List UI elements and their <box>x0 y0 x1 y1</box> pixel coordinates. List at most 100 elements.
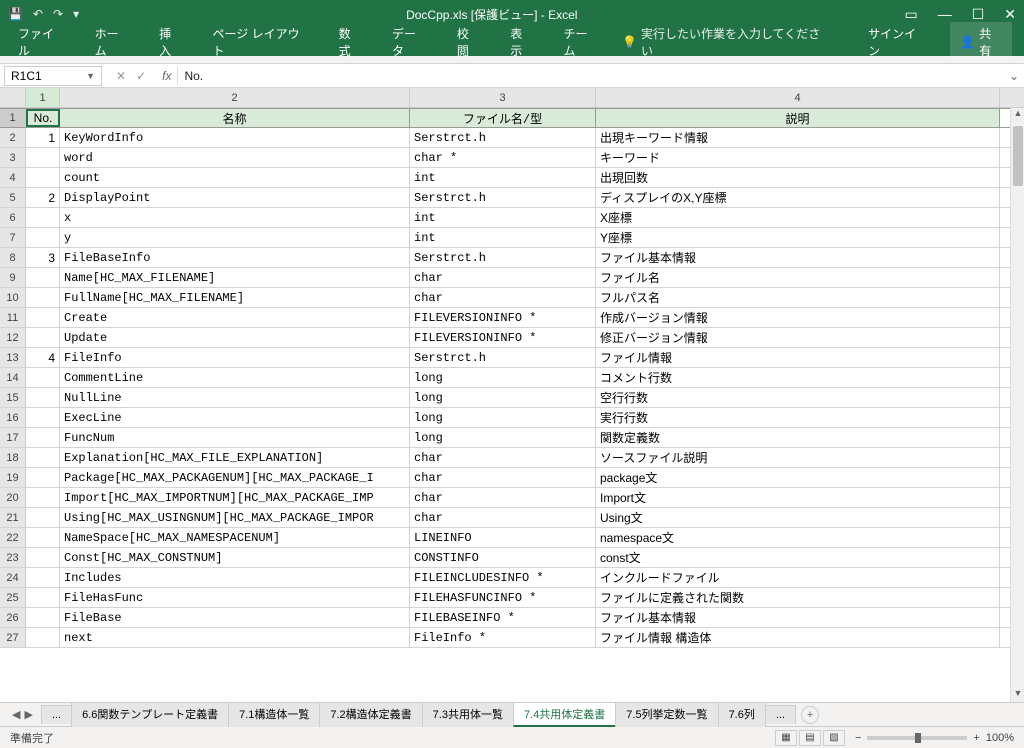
tab-review[interactable]: 校閲 <box>451 21 486 63</box>
cell[interactable]: int <box>410 208 596 227</box>
zoom-level[interactable]: 100% <box>986 732 1014 744</box>
cell[interactable]: FileBase <box>60 608 410 627</box>
cell[interactable] <box>26 448 60 467</box>
select-all-corner[interactable] <box>0 88 26 107</box>
cell[interactable]: 名称 <box>60 109 410 127</box>
close-icon[interactable]: ✕ <box>1004 6 1016 23</box>
cell[interactable]: Serstrct.h <box>410 248 596 267</box>
tab-file[interactable]: ファイル <box>12 21 71 63</box>
redo-icon[interactable]: ↷ <box>53 7 63 21</box>
cell[interactable] <box>26 528 60 547</box>
cell[interactable] <box>26 208 60 227</box>
cell[interactable]: ソースファイル説明 <box>596 448 1000 467</box>
cell[interactable]: ファイル情報 <box>596 348 1000 367</box>
sheet-tab[interactable]: 7.3共用体一覧 <box>422 702 514 727</box>
cell[interactable]: ファイル情報 構造体 <box>596 628 1000 647</box>
row-header[interactable]: 26 <box>0 608 26 627</box>
cell[interactable]: 説明 <box>596 109 1000 127</box>
cell[interactable] <box>26 608 60 627</box>
cell[interactable]: 関数定義数 <box>596 428 1000 447</box>
cell[interactable]: Y座標 <box>596 228 1000 247</box>
cell[interactable] <box>26 428 60 447</box>
cell[interactable]: char <box>410 268 596 287</box>
tab-data[interactable]: データ <box>386 21 433 63</box>
name-box[interactable]: R1C1 ▼ <box>4 66 102 86</box>
cell[interactable]: FuncNum <box>60 428 410 447</box>
cell[interactable]: 4 <box>26 348 60 367</box>
scroll-down-icon[interactable]: ▼ <box>1011 688 1024 702</box>
row-header[interactable]: 18 <box>0 448 26 467</box>
row-header[interactable]: 24 <box>0 568 26 587</box>
cell[interactable]: DisplayPoint <box>60 188 410 207</box>
cell[interactable]: ファイル名 <box>596 268 1000 287</box>
qa-dropdown-icon[interactable]: ▾ <box>73 7 79 21</box>
row-header[interactable]: 17 <box>0 428 26 447</box>
cell[interactable]: 修正バージョン情報 <box>596 328 1000 347</box>
cell[interactable]: Serstrct.h <box>410 188 596 207</box>
minimize-icon[interactable]: ― <box>938 6 952 22</box>
cell[interactable]: Serstrct.h <box>410 128 596 147</box>
cell[interactable]: char <box>410 448 596 467</box>
cell[interactable]: char <box>410 468 596 487</box>
cell[interactable]: FILEVERSIONINFO * <box>410 308 596 327</box>
cell[interactable] <box>26 288 60 307</box>
cell[interactable]: ファイルに定義された関数 <box>596 588 1000 607</box>
column-header[interactable]: 2 <box>60 88 410 107</box>
cell[interactable] <box>26 508 60 527</box>
cell[interactable]: No. <box>26 109 60 127</box>
cell[interactable]: コメント行数 <box>596 368 1000 387</box>
cell[interactable]: Using[HC_MAX_USINGNUM][HC_MAX_PACKAGE_IM… <box>60 508 410 527</box>
cell[interactable]: Import文 <box>596 488 1000 507</box>
cell[interactable]: NameSpace[HC_MAX_NAMESPACENUM] <box>60 528 410 547</box>
row-header[interactable]: 1 <box>0 109 26 127</box>
cell[interactable]: long <box>410 388 596 407</box>
undo-icon[interactable]: ↶ <box>33 7 43 21</box>
cell[interactable]: 1 <box>26 128 60 147</box>
row-header[interactable]: 6 <box>0 208 26 227</box>
cell[interactable]: const文 <box>596 548 1000 567</box>
cell[interactable] <box>26 568 60 587</box>
cell[interactable]: 2 <box>26 188 60 207</box>
sheet-nav-next-icon[interactable]: ▶ <box>24 708 32 721</box>
signin-button[interactable]: サインイン <box>862 21 932 63</box>
cell[interactable]: long <box>410 368 596 387</box>
sheet-tab-more-right[interactable]: ... <box>765 705 796 724</box>
zoom-in-button[interactable]: + <box>973 732 979 744</box>
row-header[interactable]: 25 <box>0 588 26 607</box>
row-header[interactable]: 19 <box>0 468 26 487</box>
cell[interactable]: FILEVERSIONINFO * <box>410 328 596 347</box>
cell[interactable]: word <box>60 148 410 167</box>
cell[interactable] <box>26 488 60 507</box>
vertical-scrollbar[interactable]: ▲ ▼ <box>1010 108 1024 702</box>
cell[interactable]: Serstrct.h <box>410 348 596 367</box>
cell[interactable] <box>26 328 60 347</box>
cell[interactable]: Using文 <box>596 508 1000 527</box>
cell[interactable]: namespace文 <box>596 528 1000 547</box>
column-header[interactable]: 3 <box>410 88 596 107</box>
tell-me-search[interactable]: 💡 実行したい作業を入力してください <box>622 25 826 59</box>
cell[interactable] <box>26 628 60 647</box>
tab-team[interactable]: チーム <box>557 21 604 63</box>
cell[interactable]: ExecLine <box>60 408 410 427</box>
cell[interactable] <box>26 168 60 187</box>
cell[interactable] <box>26 308 60 327</box>
cell[interactable]: FileInfo <box>60 348 410 367</box>
formula-input[interactable]: No. <box>177 67 1004 85</box>
cell[interactable]: ファイル基本情報 <box>596 608 1000 627</box>
cell[interactable]: Create <box>60 308 410 327</box>
scroll-thumb[interactable] <box>1013 126 1023 186</box>
tab-page-layout[interactable]: ページ レイアウト <box>206 21 314 63</box>
cell[interactable]: NullLine <box>60 388 410 407</box>
sheet-tab[interactable]: 7.6列 <box>718 702 766 727</box>
row-header[interactable]: 16 <box>0 408 26 427</box>
cell[interactable]: int <box>410 228 596 247</box>
cell[interactable] <box>26 148 60 167</box>
row-header[interactable]: 12 <box>0 328 26 347</box>
cell[interactable]: キーワード <box>596 148 1000 167</box>
row-header[interactable]: 11 <box>0 308 26 327</box>
sheet-tab[interactable]: 7.2構造体定義書 <box>319 702 422 727</box>
row-header[interactable]: 8 <box>0 248 26 267</box>
add-sheet-button[interactable]: + <box>801 706 819 724</box>
cell[interactable]: ファイル名/型 <box>410 109 596 127</box>
cell[interactable]: Import[HC_MAX_IMPORTNUM][HC_MAX_PACKAGE_… <box>60 488 410 507</box>
